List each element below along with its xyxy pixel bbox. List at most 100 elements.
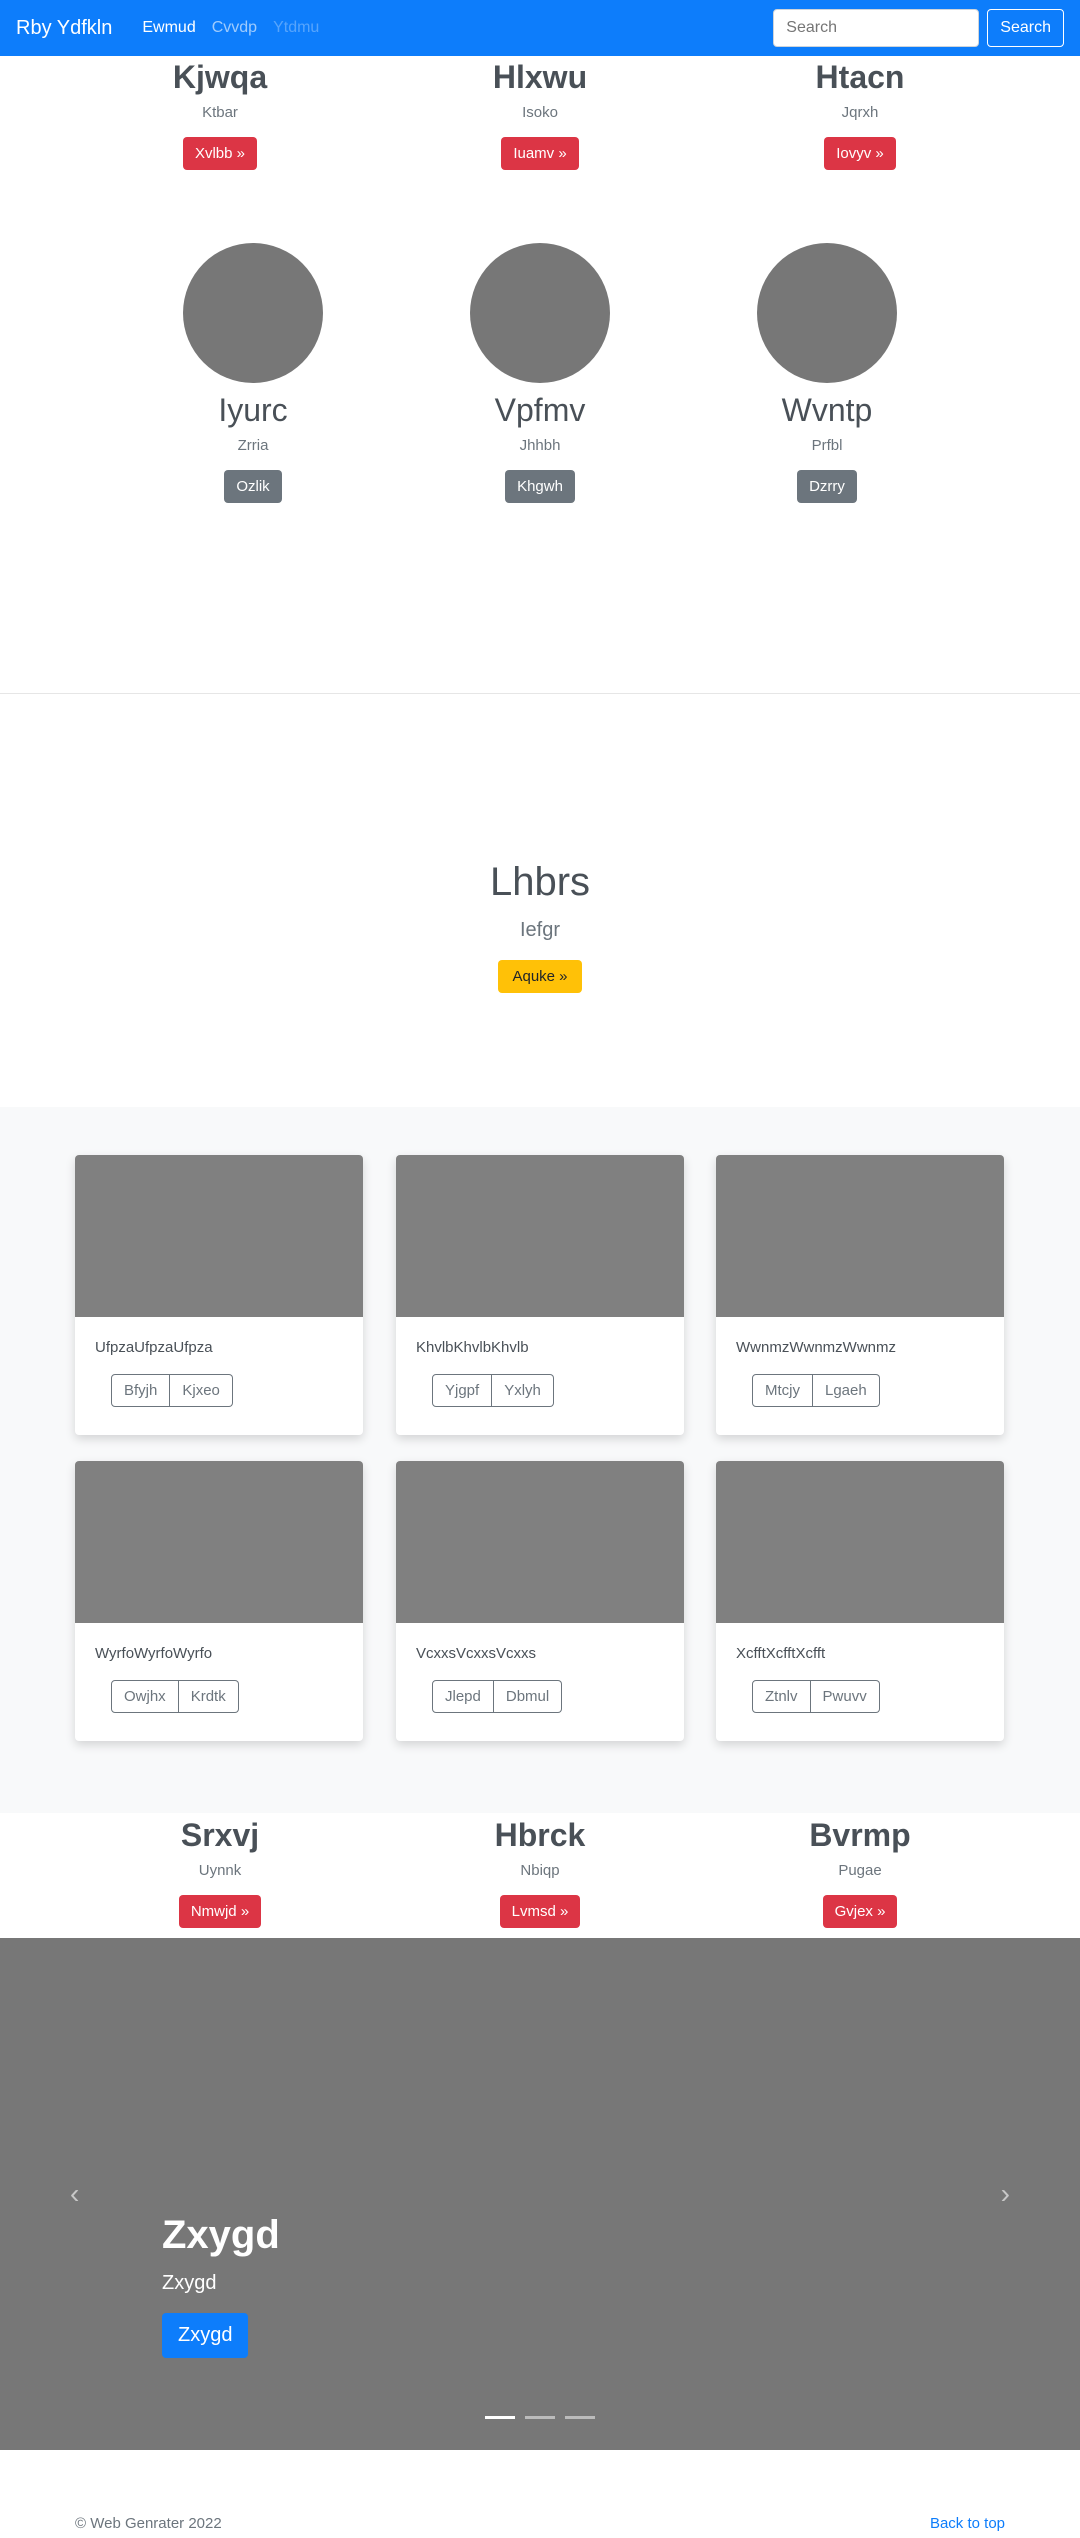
carousel-caption: Zxygd Zxygd Zxygd bbox=[162, 2213, 280, 2358]
footer-copyright: © Web Genrater 2022 bbox=[75, 2515, 222, 2532]
card-text: VcxxsVcxxsVcxxs bbox=[416, 1645, 537, 1662]
carousel: ‹ › Zxygd Zxygd Zxygd bbox=[0, 1938, 1080, 2450]
card-text: WwnmzWwnmzWwnmz bbox=[736, 1339, 896, 1356]
marketing-button[interactable]: Dzrry bbox=[797, 470, 857, 504]
section-divider bbox=[0, 693, 1080, 694]
back-to-top-link[interactable]: Back to top bbox=[930, 2515, 1005, 2532]
card-button-group: Mtcjy Lgaeh bbox=[752, 1374, 880, 1407]
carousel-subtitle: Zxygd bbox=[162, 2272, 217, 2294]
marketing-button[interactable]: Khgwh bbox=[505, 470, 575, 504]
footer: © Web Genrater 2022 Back to top bbox=[75, 2515, 1005, 2532]
card-image-placeholder bbox=[716, 1155, 1004, 1317]
marketing-heading: Kjwqa bbox=[172, 59, 268, 95]
nav-link-cvvdp[interactable]: Cvvdp bbox=[212, 19, 257, 37]
card-image-placeholder bbox=[75, 1155, 363, 1317]
hero-title: Lhbrs bbox=[489, 860, 591, 904]
hero-section: Lhbrs Iefgr Aquke » bbox=[0, 860, 1080, 993]
album-card: WyrfoWyrfoWyrfo Owjhx Krdtk bbox=[75, 1461, 363, 1741]
card-body: KhvlbKhvlbKhvlb Yjgpf Yxlyh bbox=[396, 1317, 684, 1429]
marketing-heading: Htacn bbox=[815, 59, 905, 95]
marketing-text: Pugae bbox=[838, 1862, 882, 1880]
card-body: WyrfoWyrfoWyrfo Owjhx Krdtk bbox=[75, 1623, 363, 1735]
marketing-item: Vpfmv Jhhbh Khgwh bbox=[390, 243, 690, 504]
card-body: UfpzaUfpzaUfpza Bfyjh Kjxeo bbox=[75, 1317, 363, 1429]
album-section: UfpzaUfpzaUfpza Bfyjh Kjxeo KhvlbKhvlbKh… bbox=[0, 1107, 1080, 1813]
marketing-item: Iyurc Zrria Ozlik bbox=[103, 243, 403, 504]
card-body: VcxxsVcxxsVcxxs Jlepd Dbmul bbox=[396, 1623, 684, 1735]
marketing-heading: Bvrmp bbox=[809, 1817, 911, 1853]
marketing-heading: Hlxwu bbox=[492, 59, 588, 95]
card-button-edit[interactable]: Pwuvv bbox=[810, 1680, 880, 1713]
marketing-button[interactable]: Iuamv » bbox=[501, 137, 579, 171]
card-button-group: Yjgpf Yxlyh bbox=[432, 1374, 554, 1407]
card-button-edit[interactable]: Yxlyh bbox=[492, 1374, 554, 1407]
card-button-edit[interactable]: Dbmul bbox=[493, 1680, 563, 1713]
marketing-item: Kjwqa Ktbar Xvlbb » bbox=[70, 58, 370, 171]
marketing-button[interactable]: Iovyv » bbox=[824, 137, 896, 171]
album-card: WwnmzWwnmzWwnmz Mtcjy Lgaeh bbox=[716, 1155, 1004, 1435]
card-button-edit[interactable]: Krdtk bbox=[178, 1680, 239, 1713]
card-image-placeholder bbox=[75, 1461, 363, 1623]
card-image-placeholder bbox=[396, 1461, 684, 1623]
marketing-item: Srxvj Uynnk Nmwjd » bbox=[70, 1816, 370, 1929]
hero-button[interactable]: Aquke » bbox=[498, 960, 582, 993]
card-button-edit[interactable]: Kjxeo bbox=[170, 1374, 233, 1407]
card-button-group: Bfyjh Kjxeo bbox=[111, 1374, 233, 1407]
nav-link-ewmud[interactable]: Ewmud bbox=[142, 19, 195, 37]
marketing-text: Prfbl bbox=[811, 437, 843, 455]
carousel-title: Zxygd bbox=[162, 2213, 280, 2257]
album-card: VcxxsVcxxsVcxxs Jlepd Dbmul bbox=[396, 1461, 684, 1741]
card-button-group: Owjhx Krdtk bbox=[111, 1680, 239, 1713]
marketing-button[interactable]: Gvjex » bbox=[822, 1895, 898, 1929]
carousel-indicator[interactable] bbox=[525, 2416, 555, 2419]
marketing-text: Uynnk bbox=[198, 1862, 242, 1880]
marketing-heading: Hbrck bbox=[494, 1817, 586, 1853]
card-button-view[interactable]: Bfyjh bbox=[111, 1374, 171, 1407]
placeholder-circle-image bbox=[757, 243, 897, 383]
card-button-view[interactable]: Owjhx bbox=[111, 1680, 179, 1713]
search-button[interactable]: Search bbox=[987, 9, 1064, 47]
marketing-heading: Wvntp bbox=[781, 392, 873, 428]
carousel-indicators bbox=[0, 2406, 1080, 2424]
carousel-indicator[interactable] bbox=[484, 2416, 515, 2419]
card-text: XcfftXcfftXcfft bbox=[736, 1645, 826, 1662]
card-button-view[interactable]: Yjgpf bbox=[432, 1374, 493, 1407]
card-button-group: Ztnlv Pwuvv bbox=[752, 1680, 880, 1713]
card-body: WwnmzWwnmzWwnmz Mtcjy Lgaeh bbox=[716, 1317, 1004, 1429]
card-text: UfpzaUfpzaUfpza bbox=[95, 1339, 213, 1356]
card-image-placeholder bbox=[396, 1155, 684, 1317]
marketing-button[interactable]: Xvlbb » bbox=[182, 137, 258, 171]
marketing-button[interactable]: Ozlik bbox=[224, 470, 282, 504]
carousel-next-icon[interactable]: › bbox=[1001, 2178, 1010, 2210]
marketing-text: Jhhbh bbox=[519, 437, 561, 455]
card-button-group: Jlepd Dbmul bbox=[432, 1680, 563, 1713]
album-card: KhvlbKhvlbKhvlb Yjgpf Yxlyh bbox=[396, 1155, 684, 1435]
search-input[interactable] bbox=[773, 9, 980, 47]
brand-logo[interactable]: Rby Ydfkln bbox=[16, 17, 112, 40]
marketing-heading: Vpfmv bbox=[494, 392, 586, 428]
card-button-edit[interactable]: Lgaeh bbox=[813, 1374, 880, 1407]
marketing-text: Jqrxh bbox=[841, 104, 879, 122]
marketing-item: Hbrck Nbiqp Lvmsd » bbox=[390, 1816, 690, 1929]
marketing-item: Htacn Jqrxh Iovyv » bbox=[710, 58, 1010, 171]
marketing-heading: Iyurc bbox=[218, 392, 288, 428]
card-button-view[interactable]: Mtcjy bbox=[752, 1374, 813, 1407]
marketing-item: Bvrmp Pugae Gvjex » bbox=[710, 1816, 1010, 1929]
marketing-text: Ktbar bbox=[202, 104, 238, 122]
marketing-text: Nbiqp bbox=[520, 1862, 560, 1880]
marketing-text: Isoko bbox=[522, 104, 558, 122]
carousel-indicator[interactable] bbox=[565, 2416, 596, 2419]
navbar: Rby Ydfkln Ewmud Cvvdp Ytdmu Search bbox=[0, 0, 1080, 56]
card-text: KhvlbKhvlbKhvlb bbox=[416, 1339, 529, 1356]
card-button-view[interactable]: Ztnlv bbox=[752, 1680, 811, 1713]
card-text: WyrfoWyrfoWyrfo bbox=[95, 1645, 213, 1662]
carousel-button[interactable]: Zxygd bbox=[162, 2313, 249, 2358]
card-button-view[interactable]: Jlepd bbox=[432, 1680, 494, 1713]
marketing-button[interactable]: Nmwjd » bbox=[178, 1895, 262, 1929]
carousel-prev-icon[interactable]: ‹ bbox=[70, 2178, 79, 2210]
placeholder-circle-image bbox=[470, 243, 610, 383]
card-image-placeholder bbox=[716, 1461, 1004, 1623]
hero-subtitle: Iefgr bbox=[519, 919, 561, 941]
marketing-button[interactable]: Lvmsd » bbox=[499, 1895, 581, 1929]
marketing-text: Zrria bbox=[237, 437, 269, 455]
